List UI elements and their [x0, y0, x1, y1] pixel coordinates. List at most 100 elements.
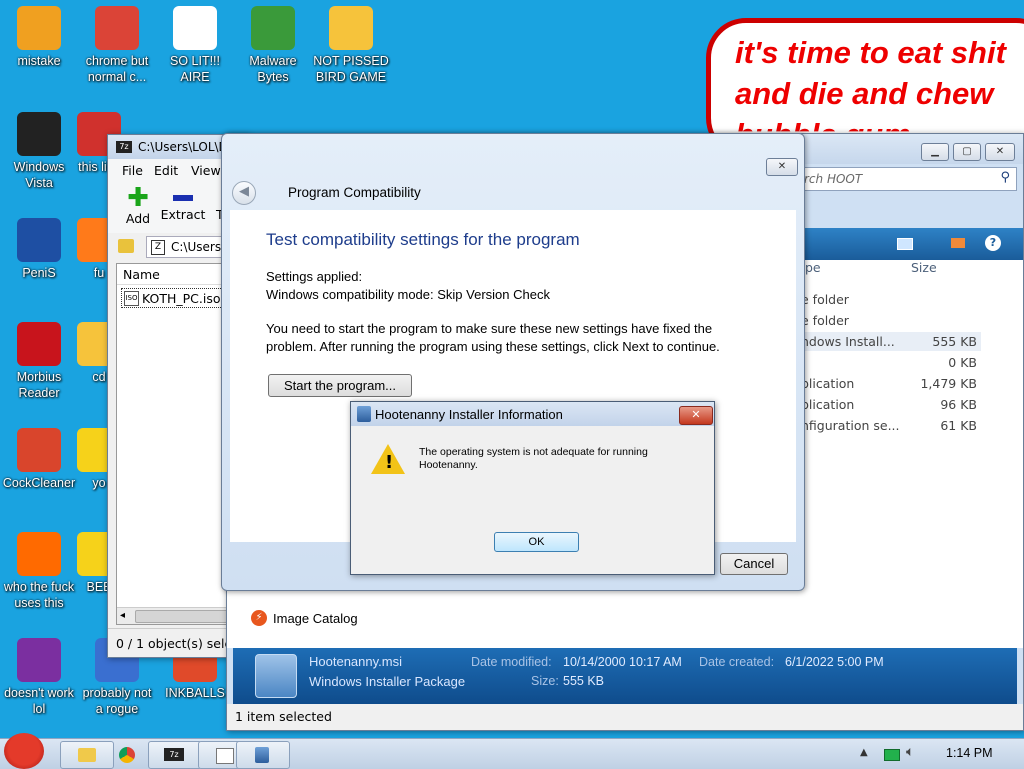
desktop-icon-label: INKBALLS [165, 686, 225, 700]
installer-icon [255, 747, 269, 763]
compat-cancel-button[interactable]: Cancel [720, 553, 788, 575]
msi-package-icon [255, 654, 297, 698]
explorer-status-text: 1 item selected [235, 709, 332, 724]
compat-close-button[interactable]: ✕ [766, 158, 798, 176]
menu-view[interactable]: View [191, 163, 221, 178]
explorer-statusbar: 1 item selected [227, 704, 1023, 730]
extract-label: Extract [160, 207, 206, 222]
desktop-icon-label: probably not a rogue [82, 686, 152, 716]
desktop-icon-image [17, 638, 61, 682]
table-row[interactable]: e folder [797, 290, 981, 309]
start-button-icon[interactable] [4, 733, 44, 769]
start-program-button[interactable]: Start the program... [268, 374, 412, 397]
search-icon[interactable]: ⚲ [1000, 170, 1010, 185]
volume-icon[interactable]: 🔈︎ [906, 744, 914, 760]
table-row[interactable]: 0 KB [797, 353, 981, 372]
list-item[interactable]: ISO KOTH_PC.iso [121, 288, 223, 308]
desktop-icon[interactable]: NOT PISSED BIRD GAME [312, 6, 390, 85]
network-icon[interactable] [884, 749, 900, 761]
desktop-icon[interactable]: doesn't work lol [0, 638, 78, 717]
msgbox-titlebar[interactable]: Hootenanny Installer Information [351, 402, 714, 426]
scroll-left-icon[interactable]: ◂ [120, 610, 125, 621]
desktop-icon[interactable]: Malware Bytes [234, 6, 312, 85]
taskbar-7zip[interactable]: 7z [148, 741, 202, 769]
settings-applied-value: Windows compatibility mode: Skip Version… [266, 287, 550, 302]
desktop-icon-label: NOT PISSED BIRD GAME [313, 54, 389, 84]
desktop-icon-label: Malware Bytes [249, 54, 297, 84]
desktop-icon[interactable]: mistake [0, 6, 78, 69]
row-type: e folder [801, 313, 849, 328]
table-row[interactable]: e folder [797, 311, 981, 330]
column-type[interactable]: pe [805, 260, 821, 275]
close-button[interactable]: ✕ [985, 143, 1015, 161]
taskbar-installer[interactable] [236, 741, 290, 769]
desktop-icon-image [17, 112, 61, 156]
image-catalog-nav[interactable]: Image Catalog [273, 611, 358, 626]
warning-icon-mark: ! [385, 452, 394, 473]
msgbox-message: The operating system is not adequate for… [419, 446, 648, 471]
maximize-button[interactable]: ▢ [953, 143, 981, 161]
msgbox-close-button[interactable]: ✕ [679, 406, 713, 425]
compat-title: Program Compatibility [288, 185, 421, 200]
taskbar: 7z ▲ 🔈︎ 1:14 PM [0, 733, 1024, 769]
table-row[interactable]: ndows Install... 555 KB [797, 332, 981, 351]
bubble-line-1: it's time to eat shit [735, 35, 1006, 70]
menu-file[interactable]: File [122, 163, 143, 178]
desktop-icon-image [17, 428, 61, 472]
table-row[interactable]: plication 96 KB [797, 395, 981, 414]
file-name: KOTH_PC.iso [142, 291, 221, 306]
sevenzip-app-icon: 7z [116, 141, 132, 153]
msgbox-title: Hootenanny Installer Information [375, 407, 563, 422]
compat-instructions: You need to start the program to make su… [266, 321, 720, 354]
row-type: plication [801, 397, 855, 412]
column-size[interactable]: Size [911, 260, 937, 275]
details-filename: Hootenanny.msi [309, 654, 402, 669]
desktop-icon-label: doesn't work lol [4, 686, 74, 716]
bubble-line-2: and die and chew [735, 76, 994, 111]
back-arrow-icon[interactable]: ◀ [232, 181, 256, 205]
details-pane: Hootenanny.msi Windows Installer Package… [233, 648, 1017, 704]
installer-app-icon [357, 406, 371, 422]
taskbar-chrome[interactable] [100, 741, 154, 769]
row-type: nfiguration se... [801, 418, 900, 433]
window-icon [216, 748, 234, 764]
views-icon[interactable] [897, 238, 913, 250]
chrome-icon [119, 747, 135, 763]
add-button[interactable]: ✚ Add [118, 185, 158, 229]
row-size: 0 KB [948, 355, 977, 370]
extract-button[interactable]: Extract [160, 185, 206, 229]
details-kind: Windows Installer Package [309, 674, 466, 689]
desktop-icon-label: mistake [17, 54, 61, 68]
table-row[interactable]: plication 1,479 KB [797, 374, 981, 393]
desktop-icon-image [95, 6, 139, 50]
preview-pane-icon[interactable] [951, 238, 965, 248]
sevenzip-icon: 7z [164, 748, 184, 761]
row-type: plication [801, 376, 855, 391]
desktop-icon-image [251, 6, 295, 50]
details-size-value: 555 KB [563, 674, 605, 688]
up-folder-icon[interactable] [118, 239, 134, 253]
minimize-button[interactable]: ▁ [921, 143, 949, 161]
sevenzip-status-text: 0 / 1 object(s) sele [116, 636, 233, 651]
desktop-icon-image [17, 6, 61, 50]
desktop-icon-image [329, 6, 373, 50]
desktop-icon[interactable]: SO LIT!!! AIRE [156, 6, 234, 85]
tray-up-arrow-icon[interactable]: ▲ [860, 747, 868, 758]
desktop-icon-label: SO LIT!!! AIRE [169, 54, 220, 84]
desktop-icon-image [17, 532, 61, 576]
add-label: Add [125, 211, 151, 226]
ok-button[interactable]: OK [494, 532, 579, 552]
sevenzip-title: C:\Users\LOL\D [138, 140, 228, 154]
path-icon: Z [151, 240, 165, 255]
menu-edit[interactable]: Edit [154, 163, 178, 178]
help-icon[interactable]: ? [985, 235, 1001, 251]
table-row[interactable]: nfiguration se... 61 KB [797, 416, 981, 435]
scroll-thumb[interactable] [135, 610, 237, 623]
details-modified-label: Date modified: [471, 655, 552, 669]
folder-icon [78, 748, 96, 762]
iso-file-icon: ISO [124, 291, 139, 306]
search-placeholder: rch HOOT [804, 172, 863, 186]
clock[interactable]: 1:14 PM [946, 746, 993, 760]
desktop-icon[interactable]: chrome but normal c... [78, 6, 156, 85]
search-input[interactable]: rch HOOT ⚲ [787, 167, 1017, 191]
